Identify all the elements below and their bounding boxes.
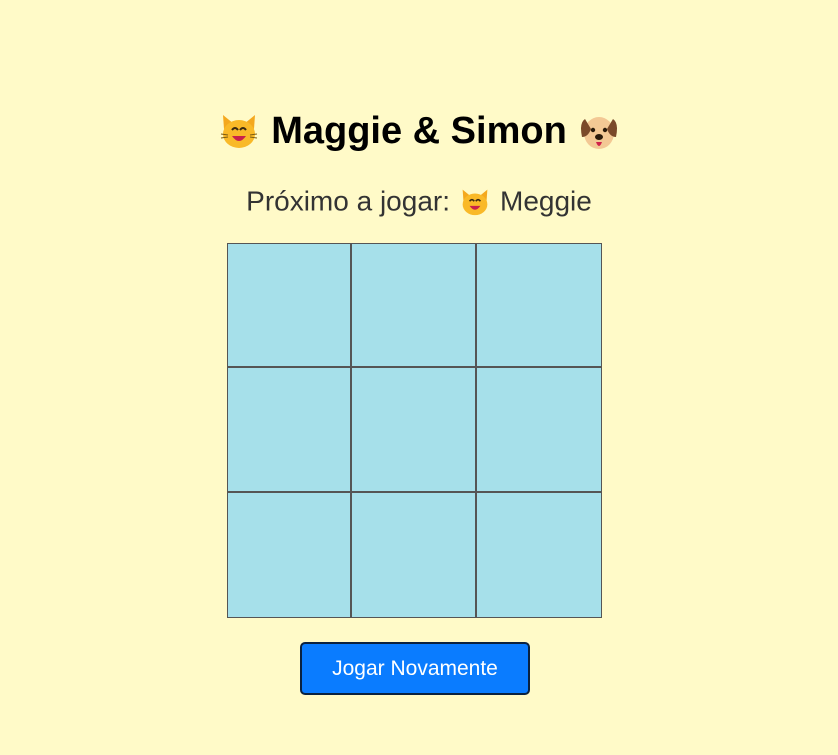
board-cell-1[interactable] bbox=[228, 244, 353, 369]
title-text: Maggie & Simon bbox=[271, 109, 567, 152]
board-cell-9[interactable] bbox=[476, 492, 601, 617]
play-again-button[interactable]: Jogar Novamente bbox=[300, 642, 530, 695]
dog-face-icon bbox=[577, 109, 621, 153]
board-cell-7[interactable] bbox=[228, 492, 353, 617]
board-cell-3[interactable] bbox=[476, 244, 601, 369]
board-cell-5[interactable] bbox=[352, 368, 477, 493]
turn-status-label: Próximo a jogar: bbox=[246, 185, 451, 217]
cat-face-icon bbox=[217, 109, 261, 153]
game-container: Maggie & Simon Próximo a jogar: Meggie J… bbox=[0, 0, 838, 755]
current-player-name: Meggie bbox=[500, 185, 592, 217]
board-cell-6[interactable] bbox=[476, 368, 601, 493]
board-cell-4[interactable] bbox=[228, 368, 353, 493]
game-board bbox=[227, 243, 602, 618]
page-title: Maggie & Simon bbox=[0, 106, 838, 154]
cat-face-icon bbox=[458, 185, 492, 219]
turn-status: Próximo a jogar: Meggie bbox=[0, 180, 838, 222]
board-cell-8[interactable] bbox=[352, 492, 477, 617]
board-cell-2[interactable] bbox=[352, 244, 477, 369]
